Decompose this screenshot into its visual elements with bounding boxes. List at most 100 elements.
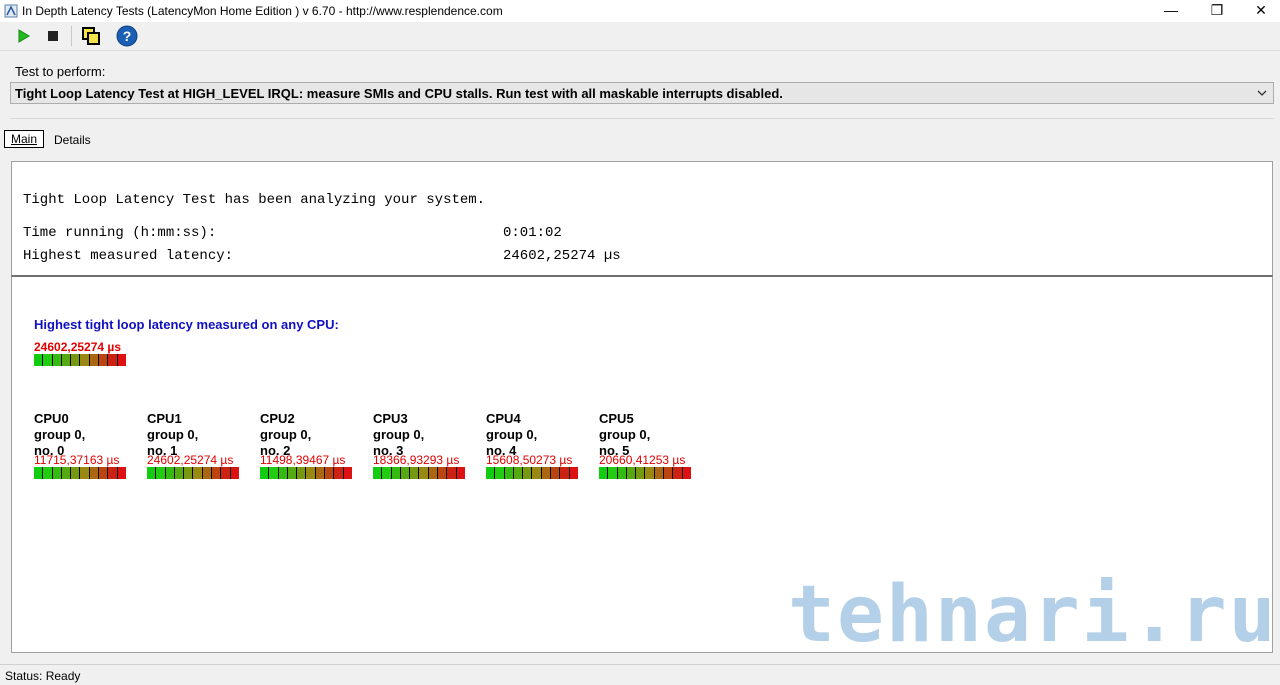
help-icon[interactable]: ?	[116, 25, 138, 47]
meter-segment	[52, 467, 62, 479]
cpu-latency: 11715,37163 µs	[34, 453, 120, 467]
meter-segment	[212, 467, 222, 479]
meter-segment	[165, 467, 175, 479]
meter-segment	[184, 467, 194, 479]
meter-segment	[221, 467, 231, 479]
watermark-text: tehnari.ru	[788, 570, 1278, 660]
time-running-value: 0:01:02	[503, 225, 562, 241]
tab-details[interactable]: Details	[54, 133, 91, 147]
meter-segment	[645, 467, 655, 479]
meter-segment	[438, 467, 448, 479]
meter-segment	[147, 467, 157, 479]
cpu-meter	[260, 467, 352, 479]
meter-segment	[513, 467, 524, 479]
highest-latency-value: 24602,25274 µs	[503, 248, 621, 264]
meter-segment	[504, 467, 514, 479]
meter-segment	[230, 467, 239, 479]
maximize-button[interactable]: ❐	[1194, 0, 1240, 22]
test-select-value: Tight Loop Latency Test at HIGH_LEVEL IR…	[15, 86, 783, 101]
meter-segment	[532, 467, 542, 479]
highest-latency-meter	[34, 354, 126, 366]
meter-segment	[673, 467, 683, 479]
meter-segment	[260, 467, 270, 479]
highest-latency-label: Highest measured latency:	[23, 248, 234, 264]
cpu-group: group 0,	[260, 427, 312, 442]
meter-segment	[89, 354, 100, 366]
test-select[interactable]: Tight Loop Latency Test at HIGH_LEVEL IR…	[10, 82, 1274, 104]
meter-segment	[617, 467, 627, 479]
cpu-group: group 0,	[486, 427, 538, 442]
meter-segment	[391, 467, 401, 479]
cpu-name: CPU1	[147, 411, 182, 426]
meter-segment	[287, 467, 298, 479]
cpu-meter	[599, 467, 691, 479]
meter-segment	[428, 467, 439, 479]
cpu-meter	[373, 467, 465, 479]
meter-segment	[551, 467, 561, 479]
cpu-latency: 15608,50273 µs	[486, 453, 573, 467]
meter-segment	[599, 467, 609, 479]
meter-segment	[43, 467, 53, 479]
meter-segment	[193, 467, 203, 479]
meter-segment	[654, 467, 665, 479]
tab-main[interactable]: Main	[4, 130, 44, 148]
meter-segment	[486, 467, 496, 479]
cpu-meter	[486, 467, 578, 479]
meter-segment	[315, 467, 326, 479]
cpu-block: CPU4 group 0, no. 4 15608,50273 µs	[486, 411, 596, 479]
highest-cpu-title: Highest tight loop latency measured on a…	[34, 317, 339, 332]
summary-panel: Tight Loop Latency Test has been analyzi…	[11, 161, 1273, 275]
meter-segment	[456, 467, 465, 479]
meter-segment	[34, 467, 44, 479]
svg-text:?: ?	[123, 28, 132, 44]
cpu-group: group 0,	[34, 427, 86, 442]
cpu-group: group 0,	[599, 427, 651, 442]
meter-segment	[343, 467, 352, 479]
minimize-button[interactable]: —	[1148, 0, 1194, 22]
meter-segment	[447, 467, 457, 479]
meter-segment	[34, 354, 44, 366]
meter-segment	[626, 467, 637, 479]
meter-segment	[43, 354, 53, 366]
meter-segment	[71, 354, 81, 366]
meter-segment	[410, 467, 420, 479]
chevron-down-icon	[1257, 90, 1267, 96]
cpu-meter	[34, 467, 126, 479]
cpu-name: CPU2	[260, 411, 295, 426]
meter-segment	[541, 467, 552, 479]
meter-segment	[334, 467, 344, 479]
meter-segment	[108, 467, 118, 479]
cpu-name: CPU4	[486, 411, 521, 426]
highest-cpu-value: 24602,25274 µs	[34, 340, 121, 354]
cpu-block: CPU2 group 0, no. 2 11498,39467 µs	[260, 411, 370, 479]
copy-window-icon[interactable]	[80, 25, 102, 47]
summary-heading: Tight Loop Latency Test has been analyzi…	[23, 192, 486, 208]
cpu-latency: 20660,41253 µs	[599, 453, 686, 467]
cpu-meter	[147, 467, 239, 479]
meter-segment	[99, 467, 109, 479]
meter-segment	[297, 467, 307, 479]
cpu-latency: 24602,25274 µs	[147, 453, 234, 467]
cpu-group: group 0,	[373, 427, 425, 442]
meter-segment	[664, 467, 674, 479]
time-running-label: Time running (h:mm:ss):	[23, 225, 217, 241]
divider	[10, 118, 1274, 119]
meter-segment	[419, 467, 429, 479]
cpu-block: CPU5 group 0, no. 5 20660,41253 µs	[599, 411, 709, 479]
meter-segment	[325, 467, 335, 479]
meter-segment	[99, 354, 109, 366]
watermark: tehnari.ru	[788, 575, 1276, 655]
meter-segment	[560, 467, 570, 479]
meter-segment	[108, 354, 118, 366]
toolbar-separator	[71, 26, 72, 46]
meter-segment	[61, 354, 72, 366]
play-icon[interactable]	[12, 25, 34, 47]
meter-segment	[306, 467, 316, 479]
meter-segment	[80, 467, 90, 479]
status-bar: Status: Ready	[0, 664, 1280, 685]
close-button[interactable]: ✕	[1238, 0, 1280, 22]
meter-segment	[400, 467, 411, 479]
stop-icon[interactable]	[42, 25, 64, 47]
cpu-block: CPU1 group 0, no. 1 24602,25274 µs	[147, 411, 257, 479]
meter-segment	[117, 467, 126, 479]
